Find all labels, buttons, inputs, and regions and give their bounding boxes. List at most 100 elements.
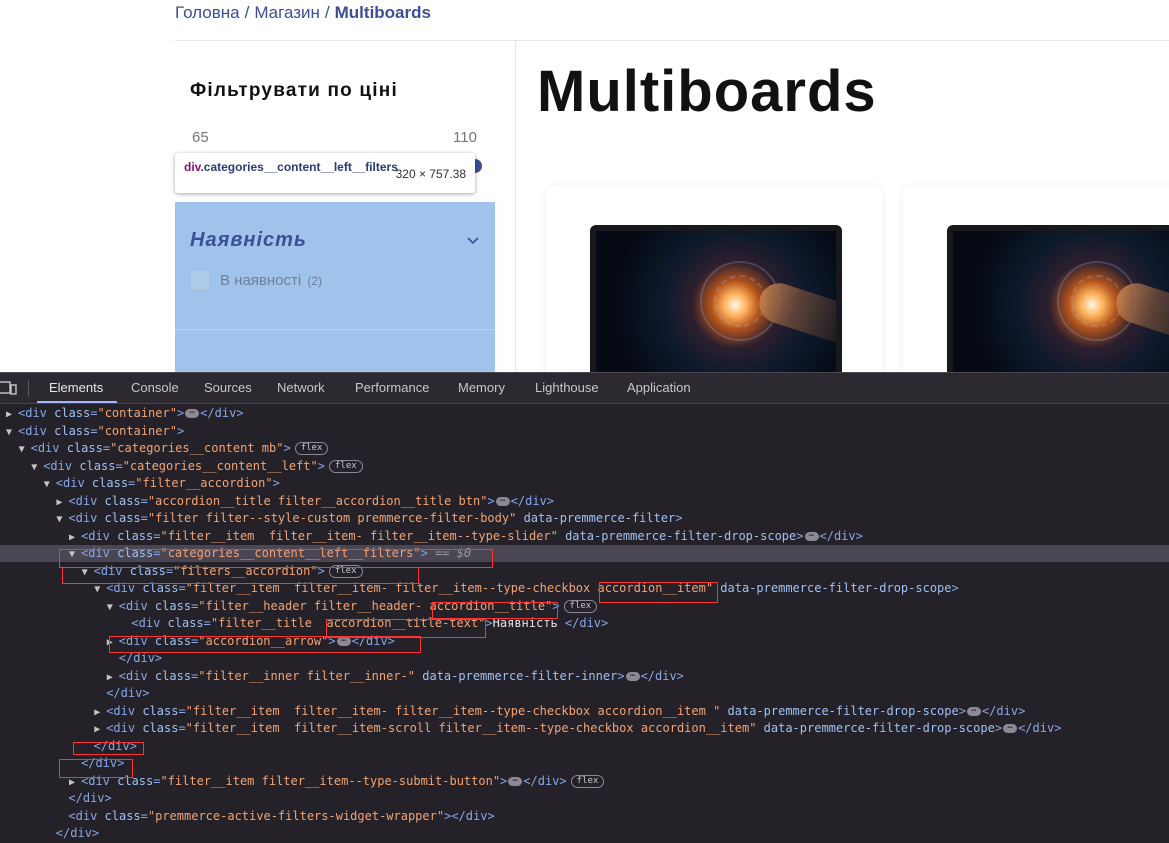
flex-badge[interactable]: flex bbox=[563, 599, 598, 613]
dom-token: </div> bbox=[523, 773, 567, 788]
dom-token: = bbox=[115, 458, 123, 473]
dom-node[interactable]: ▼ <div class="filter__accordion"> bbox=[0, 475, 1169, 492]
dom-node[interactable]: </div> bbox=[0, 825, 1169, 842]
dom-node[interactable]: ▼ <div class="filter filter--style-custom… bbox=[0, 510, 1169, 527]
dom-token: data-premmerce-filter-inner bbox=[415, 668, 618, 683]
tab-application[interactable]: Application bbox=[627, 380, 691, 395]
inspector-element-name: div.categories__content__left__filters bbox=[184, 160, 398, 174]
dom-token: </div> bbox=[106, 686, 150, 700]
product-card[interactable] bbox=[903, 185, 1169, 372]
dom-node[interactable]: ▼ <div class="container"> bbox=[0, 423, 1169, 440]
in-stock-checkbox[interactable] bbox=[191, 271, 209, 289]
flex-badge[interactable]: flex bbox=[294, 442, 329, 455]
dom-node[interactable]: ▼ <div class="categories__content__left">… bbox=[0, 458, 1169, 475]
divider bbox=[175, 40, 1169, 41]
dom-token: "container" bbox=[97, 423, 177, 438]
inspector-dimensions: 320 × 757.38 bbox=[395, 167, 466, 181]
dom-token: > bbox=[487, 493, 495, 508]
ellipsis-icon[interactable]: ⋯ bbox=[495, 496, 510, 506]
expand-arrow-icon[interactable]: ▶ bbox=[56, 494, 68, 511]
product-image[interactable] bbox=[590, 225, 842, 372]
ellipsis-icon[interactable]: ⋯ bbox=[185, 409, 200, 418]
dom-token: data-premmerce-filter-drop-scope bbox=[557, 528, 797, 543]
dom-token: "filter__inner filter__inner-" bbox=[198, 668, 416, 683]
dom-token: <div bbox=[68, 808, 105, 823]
breadcrumb-shop-link[interactable]: Магазин bbox=[254, 3, 320, 22]
breadcrumb-home-link[interactable]: Головна bbox=[175, 3, 240, 22]
expand-arrow-icon[interactable]: ▶ bbox=[94, 721, 106, 738]
dom-node[interactable]: ▶ <div class="filter__item filter__item- … bbox=[0, 528, 1169, 545]
annotation-highlight-box bbox=[73, 742, 144, 755]
expand-arrow-icon[interactable]: ▶ bbox=[107, 669, 119, 686]
annotation-highlight-box bbox=[59, 549, 493, 568]
dom-node[interactable]: ▶ <div class="filter__item filter__item- … bbox=[0, 703, 1169, 720]
dom-node[interactable]: </div> bbox=[0, 755, 1169, 772]
dom-token: <div bbox=[106, 703, 143, 718]
expand-arrow-icon[interactable]: ▶ bbox=[69, 529, 81, 546]
dom-token: class bbox=[54, 423, 91, 438]
dom-node[interactable]: ▶ <div class="filter__item filter__item--… bbox=[0, 773, 1169, 790]
dom-token: "premmerce-active-filters-widget-wrapper… bbox=[147, 808, 445, 823]
product-card[interactable] bbox=[546, 185, 882, 372]
breadcrumb-current: Multiboards bbox=[334, 3, 431, 22]
dom-node[interactable]: <div class="filter__title accordion__tit… bbox=[0, 615, 1169, 632]
dom-token: <div bbox=[55, 476, 92, 490]
dom-node[interactable]: ▼ <div class="categories__content mb"> fle… bbox=[0, 440, 1169, 457]
tab-elements[interactable]: Elements bbox=[49, 380, 103, 395]
chevron-down-icon[interactable] bbox=[466, 234, 480, 248]
collapse-arrow-icon[interactable]: ▼ bbox=[44, 476, 56, 493]
dom-token: class bbox=[79, 458, 116, 473]
availability-accordion-title[interactable]: Наявність bbox=[190, 229, 307, 252]
dom-node[interactable]: </div> bbox=[0, 790, 1169, 807]
ellipsis-icon[interactable]: ⋯ bbox=[508, 776, 523, 786]
breadcrumb: Головна / Магазин / Multiboards bbox=[175, 3, 431, 23]
tab-lighthouse[interactable]: Lighthouse bbox=[535, 380, 599, 395]
devtools-tab-bar: Elements Console Sources Network Performance… bbox=[0, 373, 1169, 404]
dom-token: </div> bbox=[510, 493, 555, 508]
product-image[interactable] bbox=[947, 225, 1169, 372]
dom-token: </div> bbox=[55, 826, 100, 840]
collapse-arrow-icon[interactable]: ▼ bbox=[56, 511, 68, 528]
dom-node[interactable]: ▶ <div class="accordion__title filter__ac… bbox=[0, 493, 1169, 510]
expand-arrow-icon[interactable]: ▶ bbox=[94, 704, 106, 721]
collapse-arrow-icon[interactable]: ▼ bbox=[19, 441, 31, 458]
inspector-class: .categories__content__left__filters bbox=[200, 160, 398, 174]
flex-badge[interactable]: flex bbox=[570, 774, 605, 788]
annotation-highlight-box bbox=[432, 602, 558, 619]
dom-node[interactable]: ▶ <div class="container"> ⋯ </div> bbox=[0, 405, 1169, 422]
dom-node[interactable]: </div> bbox=[0, 685, 1169, 702]
dom-token: class bbox=[142, 721, 179, 735]
ellipsis-icon[interactable]: ⋯ bbox=[1003, 724, 1018, 733]
tab-console[interactable]: Console bbox=[131, 380, 179, 395]
dom-node[interactable]: <div class="premmerce-active-filters-wid… bbox=[0, 808, 1169, 825]
ellipsis-icon[interactable]: ⋯ bbox=[625, 671, 640, 681]
dom-token: class bbox=[142, 703, 179, 718]
dom-node[interactable]: ▶ <div class="filter__item filter__item-s… bbox=[0, 720, 1169, 737]
tab-network[interactable]: Network bbox=[277, 380, 325, 395]
annotation-highlight-box bbox=[62, 567, 419, 584]
dom-token: class bbox=[66, 441, 103, 455]
page-title: Multiboards bbox=[537, 59, 877, 124]
dom-token: data-premmerce-filter-drop-scope bbox=[713, 581, 952, 595]
dom-node[interactable]: ▶ <div class="filter__inner filter__inner… bbox=[0, 668, 1169, 685]
flex-badge[interactable]: flex bbox=[328, 459, 363, 473]
tab-sources[interactable]: Sources bbox=[204, 380, 252, 395]
dom-token: </div> bbox=[68, 791, 112, 805]
dom-token: "container" bbox=[97, 406, 177, 420]
dom-token: "filter__item filter__item- filter__item… bbox=[185, 703, 721, 718]
dom-token: </div> bbox=[981, 703, 1026, 718]
device-toolbar-icon[interactable] bbox=[0, 380, 18, 396]
tab-performance[interactable]: Performance bbox=[355, 380, 429, 395]
ellipsis-icon[interactable]: ⋯ bbox=[804, 531, 819, 541]
collapse-arrow-icon[interactable]: ▼ bbox=[6, 424, 18, 441]
collapse-arrow-icon[interactable]: ▼ bbox=[107, 599, 119, 616]
ellipsis-icon[interactable]: ⋯ bbox=[966, 706, 981, 716]
expand-arrow-icon[interactable]: ▶ bbox=[6, 406, 18, 423]
in-stock-label[interactable]: В наявності (2) bbox=[220, 272, 322, 289]
inspector-tooltip: div.categories__content__left__filters 3… bbox=[175, 153, 475, 193]
tab-memory[interactable]: Memory bbox=[458, 380, 505, 395]
dom-token: = bbox=[102, 441, 111, 455]
collapse-arrow-icon[interactable]: ▼ bbox=[31, 459, 43, 476]
dom-node[interactable]: ▼ <div class="filter__header filter__head… bbox=[0, 598, 1169, 615]
dom-node[interactable]: </div> bbox=[0, 738, 1169, 755]
